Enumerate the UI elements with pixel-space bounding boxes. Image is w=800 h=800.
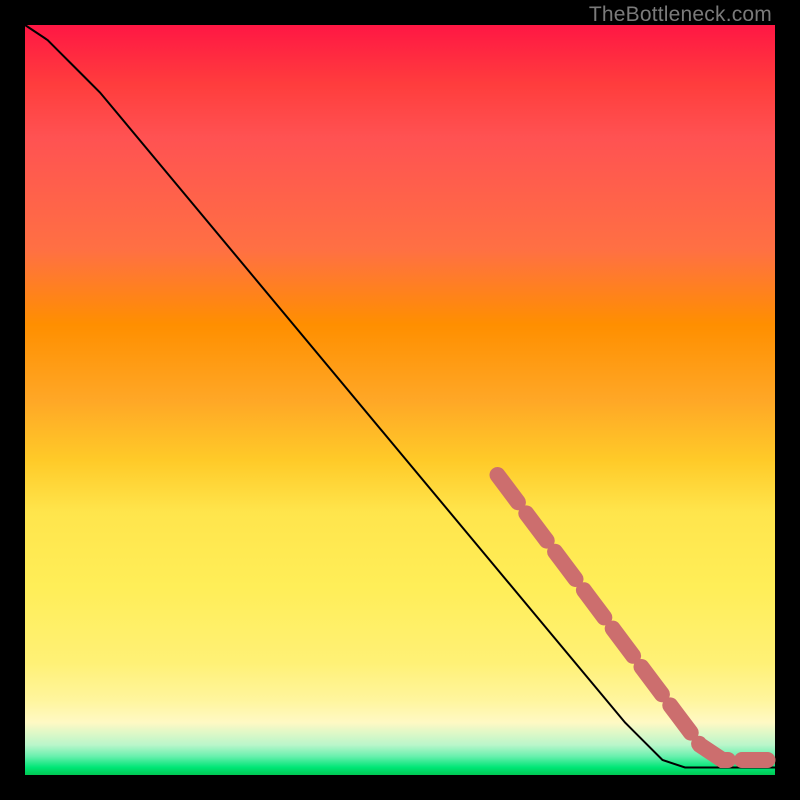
bottleneck-curve-path <box>25 25 775 768</box>
watermark-text: TheBottleneck.com <box>589 3 772 27</box>
chart-overlay <box>25 25 775 775</box>
chart-stage: TheBottleneck.com <box>0 0 800 800</box>
